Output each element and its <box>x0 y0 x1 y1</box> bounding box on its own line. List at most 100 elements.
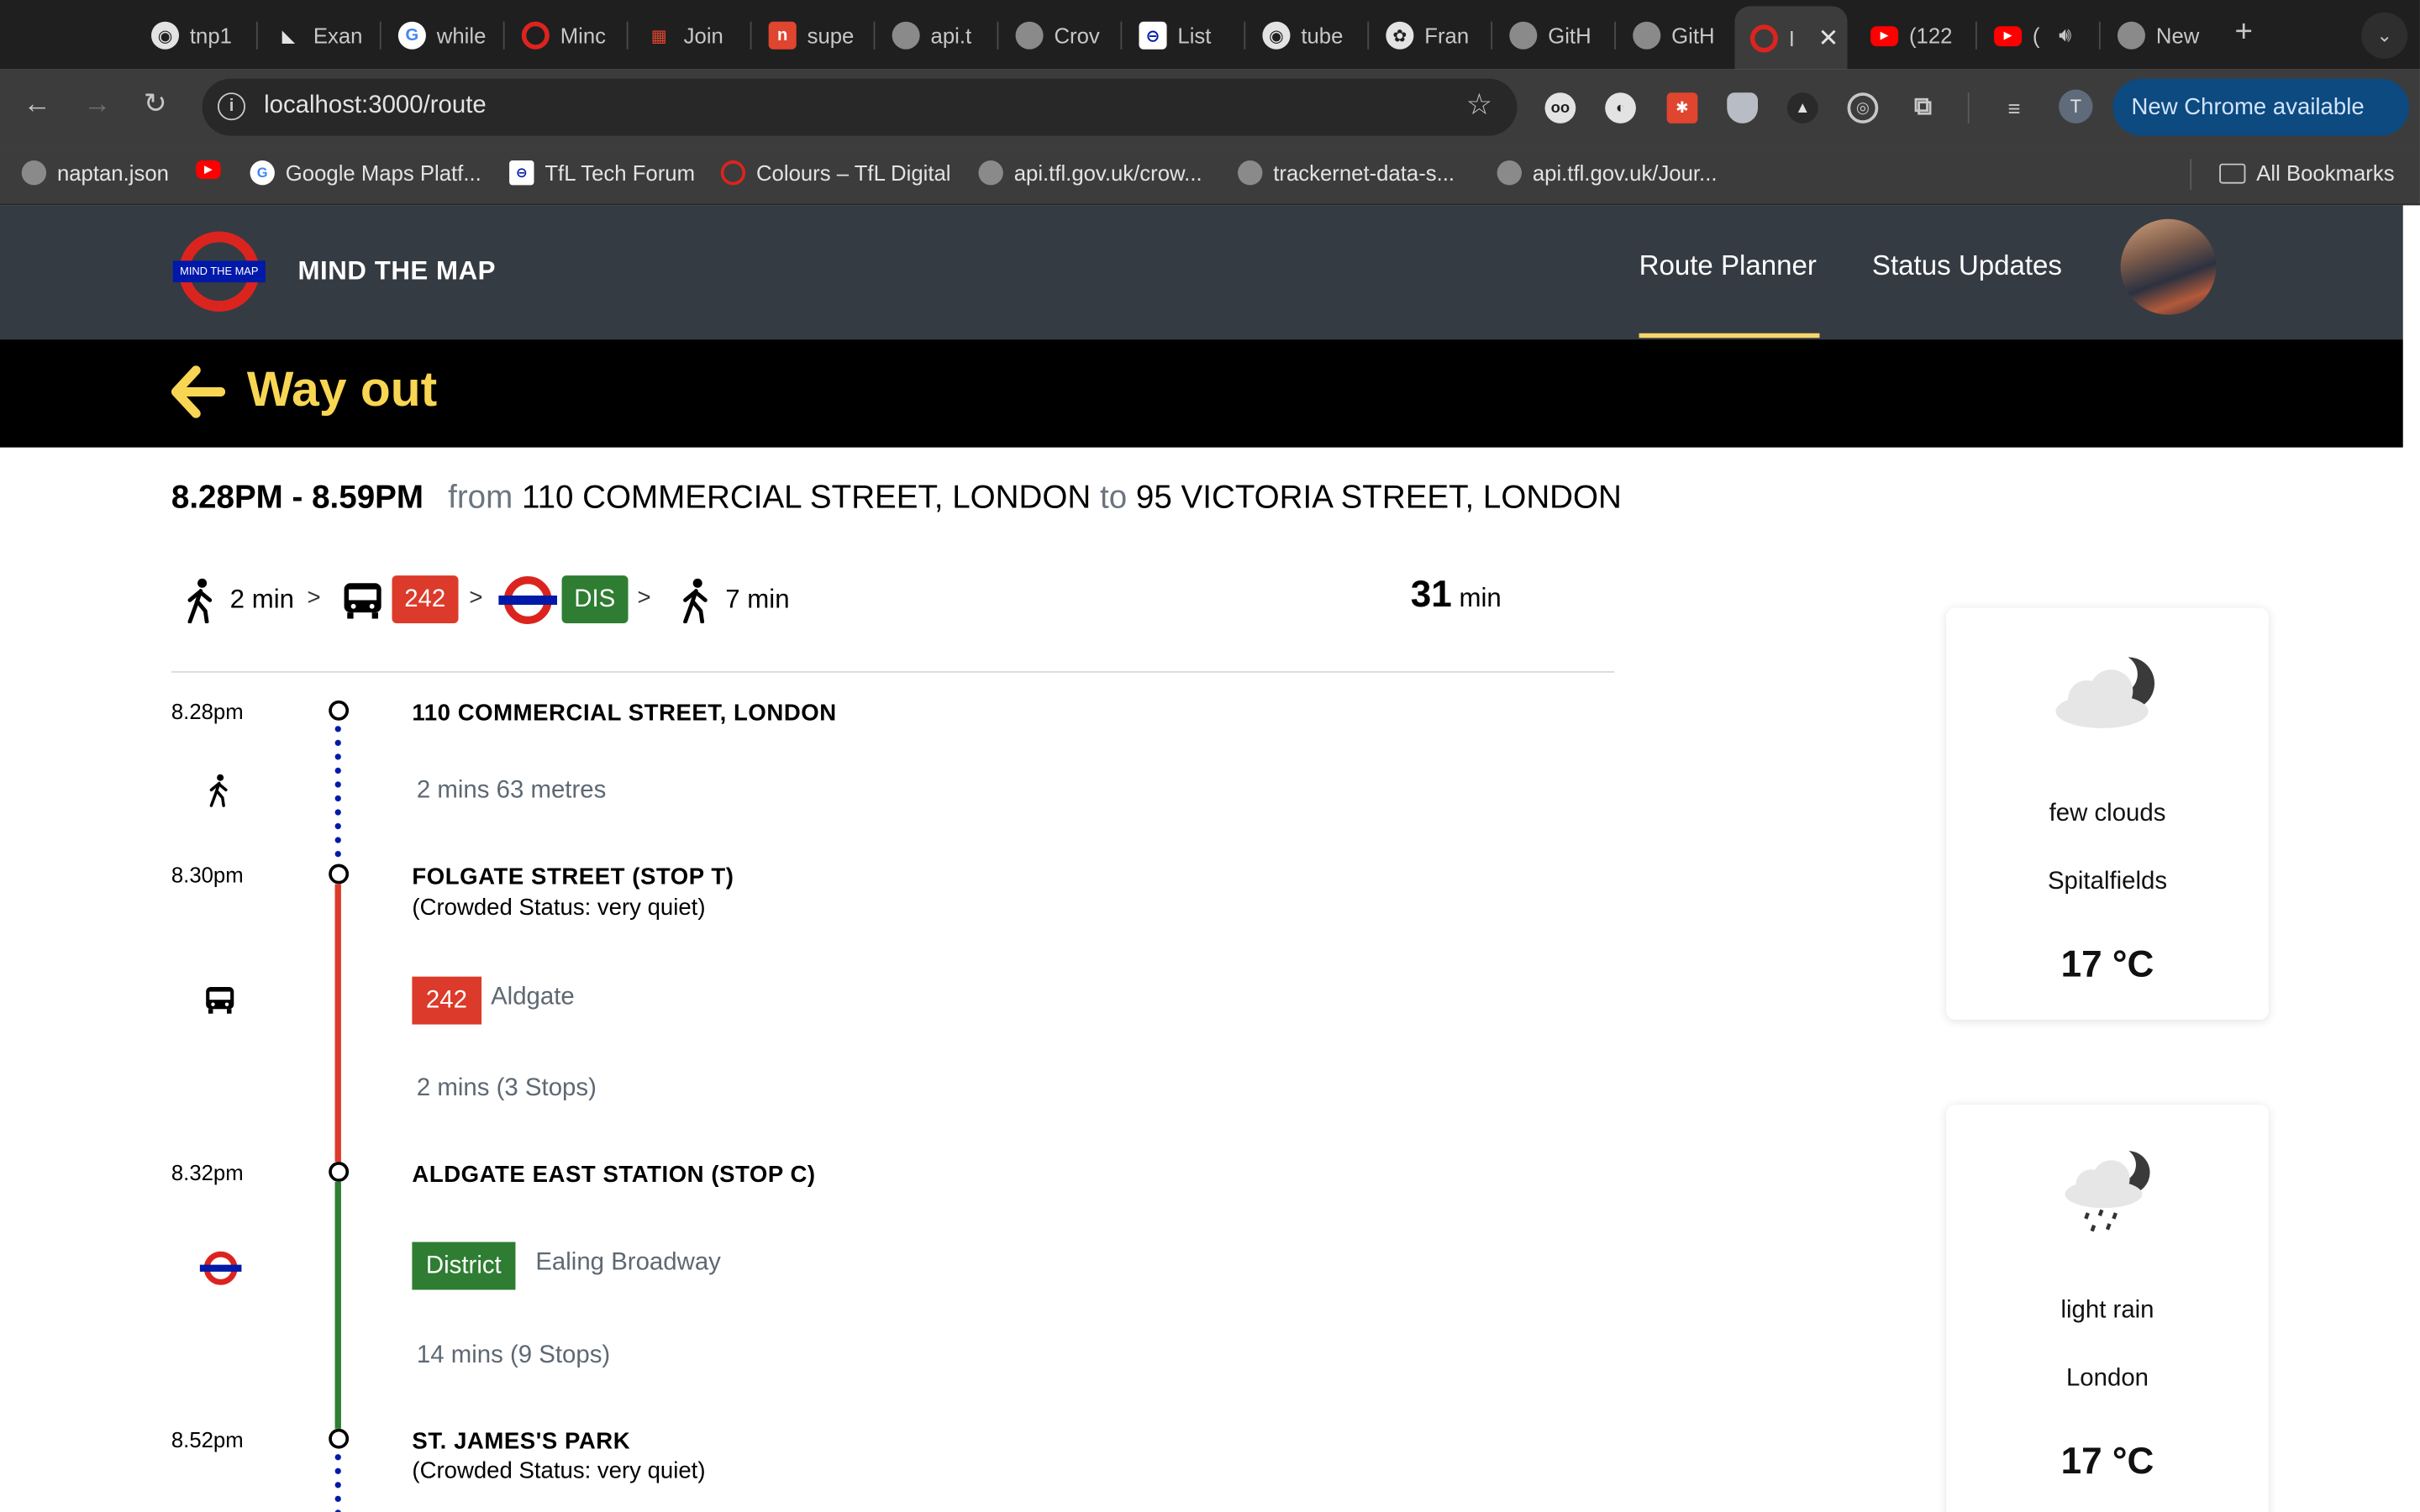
total-duration: 31 min <box>1410 574 1502 616</box>
bookmark-item[interactable]: ⊖ TfL Tech Forum <box>509 160 695 186</box>
user-avatar[interactable] <box>2120 218 2217 315</box>
browser-tab[interactable]: New <box>2102 9 2209 61</box>
timeline-node <box>329 700 350 721</box>
new-tab-icon[interactable]: + <box>2235 15 2253 50</box>
brand-icon: n <box>768 21 797 50</box>
tab-separator <box>1491 21 1493 50</box>
globe-icon <box>1633 21 1661 50</box>
browser-tab[interactable]: n supe <box>753 9 860 61</box>
tfl-roundel-icon <box>1749 24 1778 52</box>
new-chrome-available-button[interactable]: New Chrome available⋮ <box>2112 78 2410 136</box>
bookmark-item[interactable]: Colours – TfL Digital <box>720 160 951 186</box>
brand-name[interactable]: MIND THE MAP <box>297 256 496 287</box>
tfl-roundel-icon: ⊖ <box>1139 21 1167 50</box>
weather-location: Spitalfields <box>2047 869 2168 895</box>
bus-duration: 2 mins (3 Stops) <box>416 1075 597 1102</box>
browser-tab[interactable]: ◣ Exan <box>260 9 366 61</box>
forward-icon[interactable]: → <box>83 88 111 121</box>
stop-time: 8.52pm <box>171 1426 244 1452</box>
tab-separator <box>750 21 752 50</box>
app-header: MIND THE MAP MIND THE MAP Route Planner … <box>0 205 2403 340</box>
reading-list-icon[interactable]: ≡ <box>1999 92 2030 123</box>
browser-tab[interactable]: GitH <box>1494 9 1601 61</box>
extension-icon[interactable]: ◐ <box>1605 92 1636 123</box>
walking-person-icon <box>207 771 231 816</box>
extension-icon[interactable]: oo <box>1544 92 1576 123</box>
bookmark-item[interactable]: api.tfl.gov.uk/Jour... <box>1497 160 1718 186</box>
active-nav-underline <box>1639 333 1820 339</box>
bus-icon <box>203 984 236 1023</box>
browser-tab[interactable]: ▦ Join <box>629 9 736 61</box>
tab-separator <box>379 21 381 50</box>
stop-time: 8.30pm <box>171 862 244 888</box>
browser-tab[interactable]: api.t <box>876 9 983 61</box>
browser-tab[interactable]: ▶(🔊︎ <box>1979 9 2071 61</box>
tab-search-chevron-icon[interactable]: ⌄ <box>2361 12 2408 59</box>
browser-tab[interactable]: ◉ tnp1 <box>136 9 243 61</box>
walk-duration: 2 mins 63 metres <box>416 777 607 804</box>
shield-extension-icon[interactable] <box>1727 92 1759 123</box>
address-bar[interactable]: i localhost:3000/route ☆ <box>202 78 1518 136</box>
google-icon: G <box>397 21 426 50</box>
bus-route-line <box>334 884 341 1163</box>
browser-tab[interactable]: ◉ tube <box>1247 9 1354 61</box>
bookmark-item[interactable]: api.tfl.gov.uk/crow... <box>978 160 1202 186</box>
page-banner: Way out <box>0 339 2403 448</box>
audio-playing-icon[interactable]: 🔊︎ <box>2059 24 2071 48</box>
browser-tab[interactable]: ⊖ List <box>1123 9 1230 61</box>
origin-address: 110 COMMERCIAL STREET, LONDON <box>521 480 1092 516</box>
profile-avatar[interactable]: T <box>2059 89 2093 123</box>
mind-the-map-logo[interactable]: MIND THE MAP <box>172 231 266 315</box>
night-cloud-icon <box>2049 648 2167 742</box>
bookmark-item[interactable]: naptan.json <box>21 160 169 186</box>
browser-tab-strip: ◉ tnp1 ◣ Exan Gwhile Minc ▦ Join n supe api.… <box>0 0 2420 70</box>
globe-icon <box>978 160 1003 186</box>
tab-separator <box>873 21 876 50</box>
close-tab-icon[interactable]: ✕ <box>1818 23 1839 54</box>
tab-separator <box>2098 21 2101 50</box>
stop-name: ST. JAMES'S PARK <box>412 1428 631 1456</box>
tab-separator <box>255 21 258 50</box>
bookmark-item[interactable]: trackernet-data-s... <box>1238 160 1455 186</box>
extensions-puzzle-icon[interactable]: ⧉ <box>1907 92 1939 123</box>
bookmark-item[interactable]: G Google Maps Platf... <box>250 160 481 186</box>
weather-location: London <box>2065 1365 2149 1392</box>
bookmark-star-icon[interactable]: ☆ <box>1466 88 1492 123</box>
bus-icon <box>341 571 384 630</box>
browser-tab-active[interactable]: I ✕ <box>1734 6 1848 70</box>
weather-temperature: 17 °C <box>2060 1441 2154 1483</box>
browser-toolbar: ← → ↻ i localhost:3000/route ☆ oo ◐ ✱ ▲ … <box>0 69 2420 147</box>
url-text[interactable]: localhost:3000/route <box>264 92 487 120</box>
browser-tab[interactable]: Crov <box>1000 9 1107 61</box>
extension-icon[interactable]: ▲ <box>1786 92 1818 123</box>
bookmark-item[interactable]: ▶ <box>196 160 231 180</box>
back-icon[interactable]: ← <box>24 88 51 121</box>
underground-roundel-icon <box>197 1250 244 1294</box>
chrome-icon <box>2117 21 2146 50</box>
browser-tab[interactable]: GitH <box>1618 9 1724 61</box>
to-keyword: to <box>1099 480 1128 516</box>
nav-route-planner[interactable]: Route Planner <box>1639 250 1817 283</box>
globe-icon <box>21 160 47 186</box>
reload-icon[interactable]: ↻ <box>144 88 167 121</box>
journey-times: 8.28PM - 8.59PM <box>171 480 424 516</box>
all-bookmarks-button[interactable]: All Bookmarks <box>2219 160 2395 185</box>
browser-tab[interactable]: Minc <box>506 9 613 61</box>
back-arrow-icon[interactable] <box>170 365 226 426</box>
district-line-badge: DIS <box>561 575 628 624</box>
summary-divider <box>171 670 1615 673</box>
timeline-node <box>329 1428 350 1449</box>
openai-icon: ✿ <box>1386 21 1414 50</box>
browser-tab[interactable]: Gwhile <box>383 9 490 61</box>
tab-separator <box>1244 21 1246 50</box>
tab-separator <box>997 21 999 50</box>
bus-route-badge: 242 <box>412 976 481 1025</box>
browser-tab[interactable]: ✿ Fran <box>1370 9 1477 61</box>
site-info-icon[interactable]: i <box>217 92 246 121</box>
stop-name: FOLGATE STREET (STOP T) <box>412 864 734 890</box>
extension-icon[interactable]: ◎ <box>1847 92 1879 123</box>
browser-tab[interactable]: ▶ (122 <box>1855 9 1962 61</box>
nav-status-updates[interactable]: Status Updates <box>1872 250 2062 283</box>
district-line-badge: District <box>412 1242 516 1290</box>
extension-icon[interactable]: ✱ <box>1666 92 1698 123</box>
